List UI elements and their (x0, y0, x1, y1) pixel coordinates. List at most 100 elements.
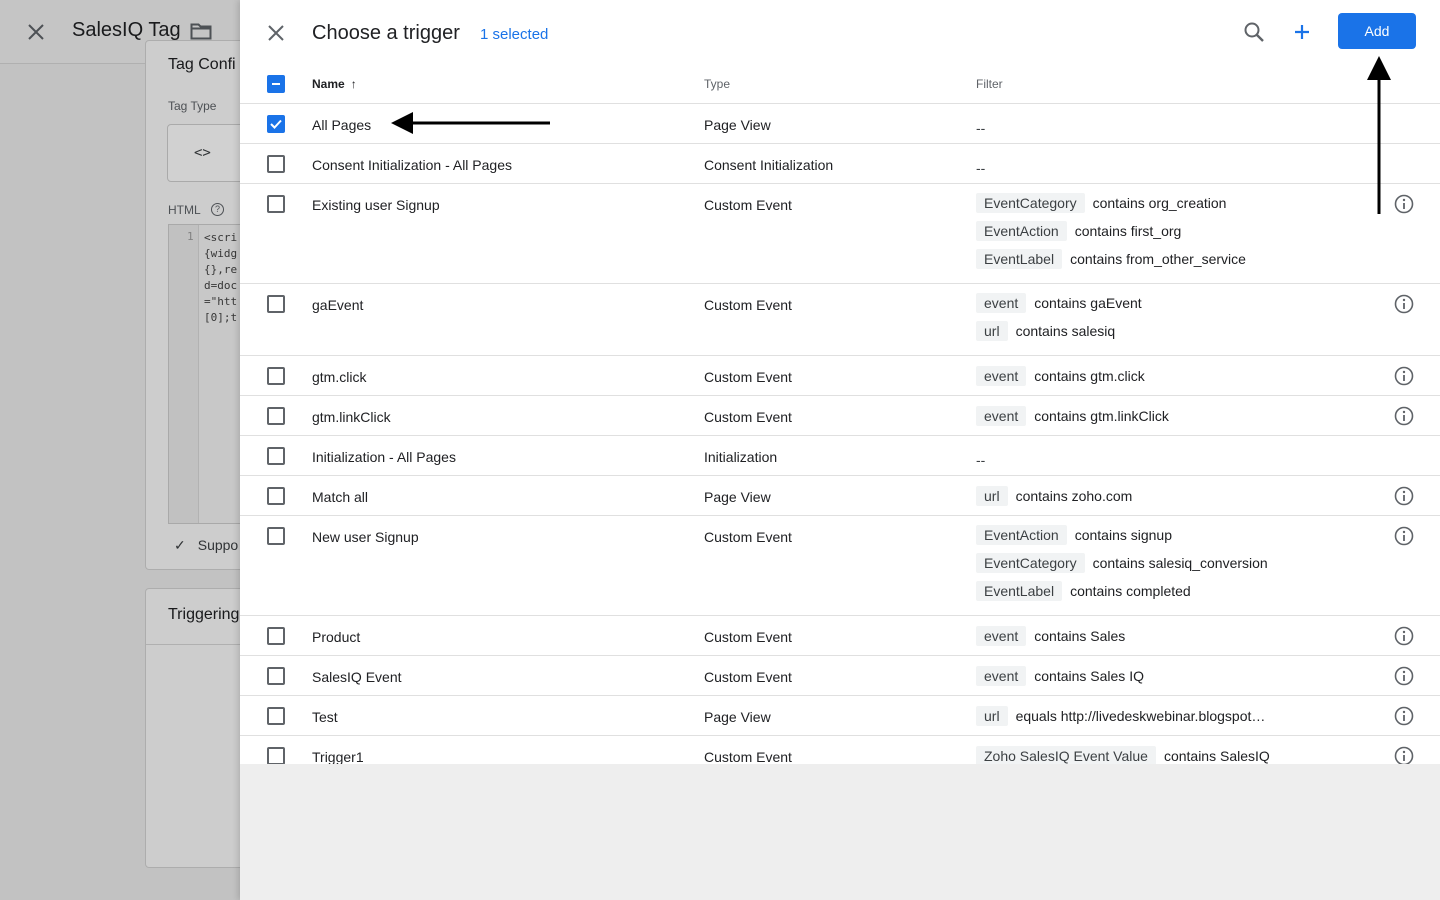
trigger-row[interactable]: Existing user Signup Custom Event EventCat… (240, 184, 1440, 284)
trigger-name: New user Signup (312, 529, 419, 545)
trigger-filter: -- (976, 442, 985, 470)
trigger-row[interactable]: New user Signup Custom Event EventAction co… (240, 516, 1440, 616)
filter-condition-text: contains Sales IQ (1034, 668, 1144, 684)
trigger-filter: EventCategory contains org_creation EventA… (976, 189, 1246, 273)
check-icon (270, 119, 282, 129)
column-header-filter: Filter (976, 77, 1003, 91)
trigger-type: Page View (704, 117, 771, 133)
info-icon[interactable] (1394, 666, 1414, 686)
row-checkbox[interactable] (267, 487, 285, 505)
filter-variable-chip: EventLabel (976, 581, 1063, 601)
row-checkbox[interactable] (267, 367, 285, 385)
trigger-row[interactable]: Test Page View url equals http://livedeskwe… (240, 696, 1440, 736)
filter-variable-chip: EventCategory (976, 553, 1085, 573)
filter-variable-chip: event (976, 406, 1027, 426)
filter-condition-text: contains completed (1070, 583, 1191, 599)
trigger-name: gtm.linkClick (312, 409, 391, 425)
trigger-filter: -- (976, 110, 985, 138)
info-icon[interactable] (1394, 366, 1414, 386)
row-checkbox[interactable] (267, 667, 285, 685)
no-filter-dash: -- (976, 120, 986, 136)
row-checkbox[interactable] (267, 155, 285, 173)
filter-condition-text: equals http://livedeskwebinar.blogspot… (1015, 708, 1266, 724)
trigger-name: Existing user Signup (312, 197, 440, 213)
trigger-row[interactable]: Match all Page View url contains zoho.com (240, 476, 1440, 516)
row-checkbox[interactable] (267, 527, 285, 545)
info-icon[interactable] (1394, 746, 1414, 766)
trigger-name: gaEvent (312, 297, 364, 313)
trigger-row[interactable]: Consent Initialization - All Pages Consen… (240, 144, 1440, 184)
filter-variable-chip: EventAction (976, 525, 1067, 545)
trigger-filter: event contains gaEvent url contains salesiq (976, 289, 1142, 345)
trigger-name: Product (312, 629, 361, 645)
trigger-row[interactable]: Initialization - All Pages Initialization… (240, 436, 1440, 476)
row-checkbox[interactable] (267, 447, 285, 465)
trigger-type: Custom Event (704, 529, 792, 545)
info-icon[interactable] (1394, 626, 1414, 646)
filter-condition-text: contains from_other_service (1070, 251, 1246, 267)
filter-condition: event contains gtm.linkClick (976, 402, 1169, 430)
row-checkbox[interactable] (267, 295, 285, 313)
trigger-type: Consent Initialization (704, 157, 834, 173)
filter-condition-text: contains gtm.click (1034, 368, 1145, 384)
trigger-filter: event contains Sales (976, 622, 1125, 650)
trigger-name: Consent Initialization - All Pages (312, 157, 512, 173)
filter-condition-text: contains Sales (1034, 628, 1126, 644)
row-checkbox[interactable] (267, 115, 285, 133)
info-icon[interactable] (1394, 706, 1414, 726)
trigger-row[interactable]: SalesIQ Event Custom Event event contains S… (240, 656, 1440, 696)
trigger-type: Custom Event (704, 297, 792, 313)
trigger-filter: url contains zoho.com (976, 482, 1132, 510)
filter-variable-chip: event (976, 666, 1027, 686)
column-header-type: Type (704, 77, 731, 91)
filter-condition-text: contains salesiq_conversion (1092, 555, 1268, 571)
search-icon[interactable] (1242, 20, 1266, 44)
info-icon[interactable] (1394, 486, 1414, 506)
trigger-row[interactable]: Product Custom Event event contains Sales (240, 616, 1440, 656)
trigger-filter: event contains gtm.click (976, 362, 1145, 390)
filter-condition-text: contains signup (1074, 527, 1173, 543)
trigger-type: Custom Event (704, 629, 792, 645)
scrim-overlay[interactable] (0, 0, 240, 900)
trigger-row[interactable]: gtm.click Custom Event event contains gtm.c… (240, 356, 1440, 396)
filter-condition-text: contains SalesIQ (1163, 748, 1270, 764)
trigger-name: Match all (312, 489, 369, 505)
row-checkbox[interactable] (267, 407, 285, 425)
trigger-row[interactable]: gaEvent Custom Event event contains gaEvent… (240, 284, 1440, 356)
row-checkbox[interactable] (267, 707, 285, 725)
info-icon[interactable] (1394, 294, 1414, 314)
no-filter-dash: -- (976, 160, 986, 176)
row-checkbox[interactable] (267, 195, 285, 213)
filter-variable-chip: event (976, 293, 1027, 313)
row-checkbox[interactable] (267, 747, 285, 765)
plus-icon[interactable] (1290, 20, 1314, 44)
filter-condition: EventAction contains signup (976, 521, 1268, 549)
filter-variable-chip: EventAction (976, 221, 1067, 241)
trigger-name: Test (312, 709, 338, 725)
filter-condition: EventLabel contains from_other_service (976, 245, 1246, 273)
no-filter-dash: -- (976, 452, 986, 468)
trigger-filter: EventAction contains signup EventCategory c… (976, 521, 1268, 605)
trigger-row[interactable]: All Pages Page View -- (240, 104, 1440, 144)
filter-condition: event contains Sales IQ (976, 662, 1144, 690)
add-button[interactable]: Add (1338, 13, 1416, 49)
close-icon[interactable] (266, 23, 286, 43)
trigger-filter: url equals http://livedeskwebinar.blogspo… (976, 702, 1265, 730)
info-icon[interactable] (1394, 194, 1414, 214)
select-all-checkbox[interactable] (267, 75, 285, 93)
column-header-name[interactable]: Name ↑ (312, 77, 357, 91)
panel-title: Choose a trigger (312, 22, 460, 44)
row-checkbox[interactable] (267, 627, 285, 645)
info-icon[interactable] (1394, 526, 1414, 546)
filter-condition: event contains gtm.click (976, 362, 1145, 390)
filter-variable-chip: event (976, 626, 1027, 646)
trigger-name: gtm.click (312, 369, 367, 385)
trigger-row[interactable]: gtm.linkClick Custom Event event contains g… (240, 396, 1440, 436)
info-icon[interactable] (1394, 406, 1414, 426)
filter-condition-text: contains gaEvent (1034, 295, 1142, 311)
trigger-filter: -- (976, 150, 985, 178)
filter-condition-text: contains zoho.com (1015, 488, 1133, 504)
filter-variable-chip: url (976, 706, 1008, 726)
trigger-type: Page View (704, 709, 771, 725)
filter-condition-text: contains salesiq (1015, 323, 1116, 339)
